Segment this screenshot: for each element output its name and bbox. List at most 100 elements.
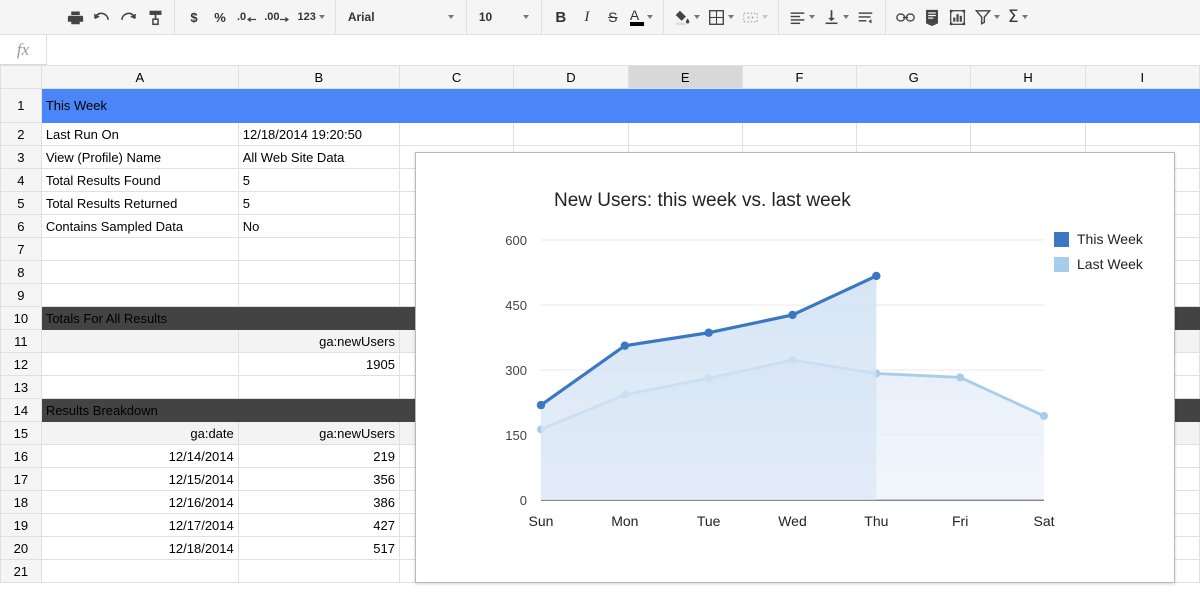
row-header-2[interactable]: 2	[1, 123, 42, 146]
row-header-21[interactable]: 21	[1, 560, 42, 583]
cell-f1[interactable]	[742, 89, 856, 123]
cell-b15[interactable]: ga:newUsers	[238, 422, 399, 445]
undo-icon[interactable]	[88, 4, 115, 30]
row-header-20[interactable]: 20	[1, 537, 42, 560]
cell-a7[interactable]	[41, 238, 238, 261]
cell-h2[interactable]	[971, 123, 1085, 146]
row-header-17[interactable]: 17	[1, 468, 42, 491]
cell-a8[interactable]	[41, 261, 238, 284]
cell-b2[interactable]: 12/18/2014 19:20:50	[238, 123, 399, 146]
cell-e2[interactable]	[628, 123, 742, 146]
column-header-b[interactable]: B	[238, 66, 399, 89]
cell-a2[interactable]: Last Run On	[41, 123, 238, 146]
legend-item-this-week[interactable]: This Week	[1054, 231, 1143, 247]
cell-b18[interactable]: 386	[238, 491, 399, 514]
column-header-a[interactable]: A	[41, 66, 238, 89]
cell-a15[interactable]: ga:date	[41, 422, 238, 445]
cell-a17[interactable]: 12/15/2014	[41, 468, 238, 491]
sigma-icon[interactable]: Σ	[1004, 4, 1032, 30]
cell-b3[interactable]: All Web Site Data	[238, 146, 399, 169]
currency-icon[interactable]: $	[181, 4, 207, 30]
row-header-5[interactable]: 5	[1, 192, 42, 215]
print-icon[interactable]	[62, 4, 88, 30]
row-header-3[interactable]: 3	[1, 146, 42, 169]
paint-format-icon[interactable]	[142, 4, 168, 30]
increase-decimal-icon[interactable]: .00	[260, 4, 293, 30]
row-header-6[interactable]: 6	[1, 215, 42, 238]
column-header-e[interactable]: E	[628, 66, 742, 89]
cell-a4[interactable]: Total Results Found	[41, 169, 238, 192]
decrease-decimal-icon[interactable]: .0	[233, 4, 260, 30]
legend-item-last-week[interactable]: Last Week	[1054, 256, 1143, 272]
align-left-icon[interactable]	[785, 4, 819, 30]
cell-a18[interactable]: 12/16/2014	[41, 491, 238, 514]
cell-b21[interactable]	[238, 560, 399, 583]
borders-icon[interactable]	[704, 4, 738, 30]
cell-g1[interactable]	[857, 89, 971, 123]
select-all-corner[interactable]	[1, 66, 42, 89]
column-header-i[interactable]: I	[1085, 66, 1199, 89]
cell-b13[interactable]	[238, 376, 399, 399]
comment-icon[interactable]	[919, 4, 945, 30]
cell-a16[interactable]: 12/14/2014	[41, 445, 238, 468]
row-header-8[interactable]: 8	[1, 261, 42, 284]
font-size-select[interactable]: 10	[473, 4, 535, 30]
cell-a5[interactable]: Total Results Returned	[41, 192, 238, 215]
row-header-15[interactable]: 15	[1, 422, 42, 445]
chart-overlay[interactable]: New Users: this week vs. last week 01503…	[415, 152, 1175, 583]
cell-a12[interactable]	[41, 353, 238, 376]
row-header-14[interactable]: 14	[1, 399, 42, 422]
cell-b14[interactable]	[238, 399, 399, 422]
cell-b17[interactable]: 356	[238, 468, 399, 491]
cell-b12[interactable]: 1905	[238, 353, 399, 376]
text-wrap-icon[interactable]	[853, 4, 879, 30]
cell-c2[interactable]	[399, 123, 513, 146]
cell-b16[interactable]: 219	[238, 445, 399, 468]
cell-a11[interactable]	[41, 330, 238, 353]
cell-b4[interactable]: 5	[238, 169, 399, 192]
cell-a13[interactable]	[41, 376, 238, 399]
cell-f2[interactable]	[742, 123, 856, 146]
cell-b10[interactable]	[238, 307, 399, 330]
row-header-7[interactable]: 7	[1, 238, 42, 261]
cell-b6[interactable]: No	[238, 215, 399, 238]
italic-button[interactable]: I	[574, 4, 600, 30]
cell-a9[interactable]	[41, 284, 238, 307]
fill-color-icon[interactable]	[670, 4, 704, 30]
column-header-f[interactable]: F	[742, 66, 856, 89]
row-header-4[interactable]: 4	[1, 169, 42, 192]
cell-b5[interactable]: 5	[238, 192, 399, 215]
column-header-h[interactable]: H	[971, 66, 1085, 89]
cell-d1[interactable]	[514, 89, 628, 123]
cell-b20[interactable]: 517	[238, 537, 399, 560]
cell-a10[interactable]: Totals For All Results	[41, 307, 238, 330]
cell-b11[interactable]: ga:newUsers	[238, 330, 399, 353]
cell-a6[interactable]: Contains Sampled Data	[41, 215, 238, 238]
cell-b9[interactable]	[238, 284, 399, 307]
cell-b19[interactable]: 427	[238, 514, 399, 537]
row-header-10[interactable]: 10	[1, 307, 42, 330]
cell-d2[interactable]	[514, 123, 628, 146]
row-header-9[interactable]: 9	[1, 284, 42, 307]
row-header-13[interactable]: 13	[1, 376, 42, 399]
chart-icon[interactable]	[945, 4, 971, 30]
cell-b7[interactable]	[238, 238, 399, 261]
row-header-19[interactable]: 19	[1, 514, 42, 537]
row-header-16[interactable]: 16	[1, 445, 42, 468]
cell-a21[interactable]	[41, 560, 238, 583]
percent-icon[interactable]: %	[207, 4, 233, 30]
cell-a19[interactable]: 12/17/2014	[41, 514, 238, 537]
more-formats-icon[interactable]: 123	[293, 4, 328, 30]
text-color-button[interactable]: A	[626, 4, 657, 30]
strikethrough-button[interactable]: S	[600, 4, 626, 30]
column-header-c[interactable]: C	[399, 66, 513, 89]
cell-b1[interactable]	[238, 89, 399, 123]
align-bottom-icon[interactable]	[819, 4, 853, 30]
font-family-select[interactable]: Arial	[342, 4, 460, 30]
cell-a14[interactable]: Results Breakdown	[41, 399, 238, 422]
link-icon[interactable]	[892, 4, 919, 30]
cell-b8[interactable]	[238, 261, 399, 284]
cell-a20[interactable]: 12/18/2014	[41, 537, 238, 560]
bold-button[interactable]: B	[548, 4, 574, 30]
cell-c1[interactable]	[399, 89, 513, 123]
